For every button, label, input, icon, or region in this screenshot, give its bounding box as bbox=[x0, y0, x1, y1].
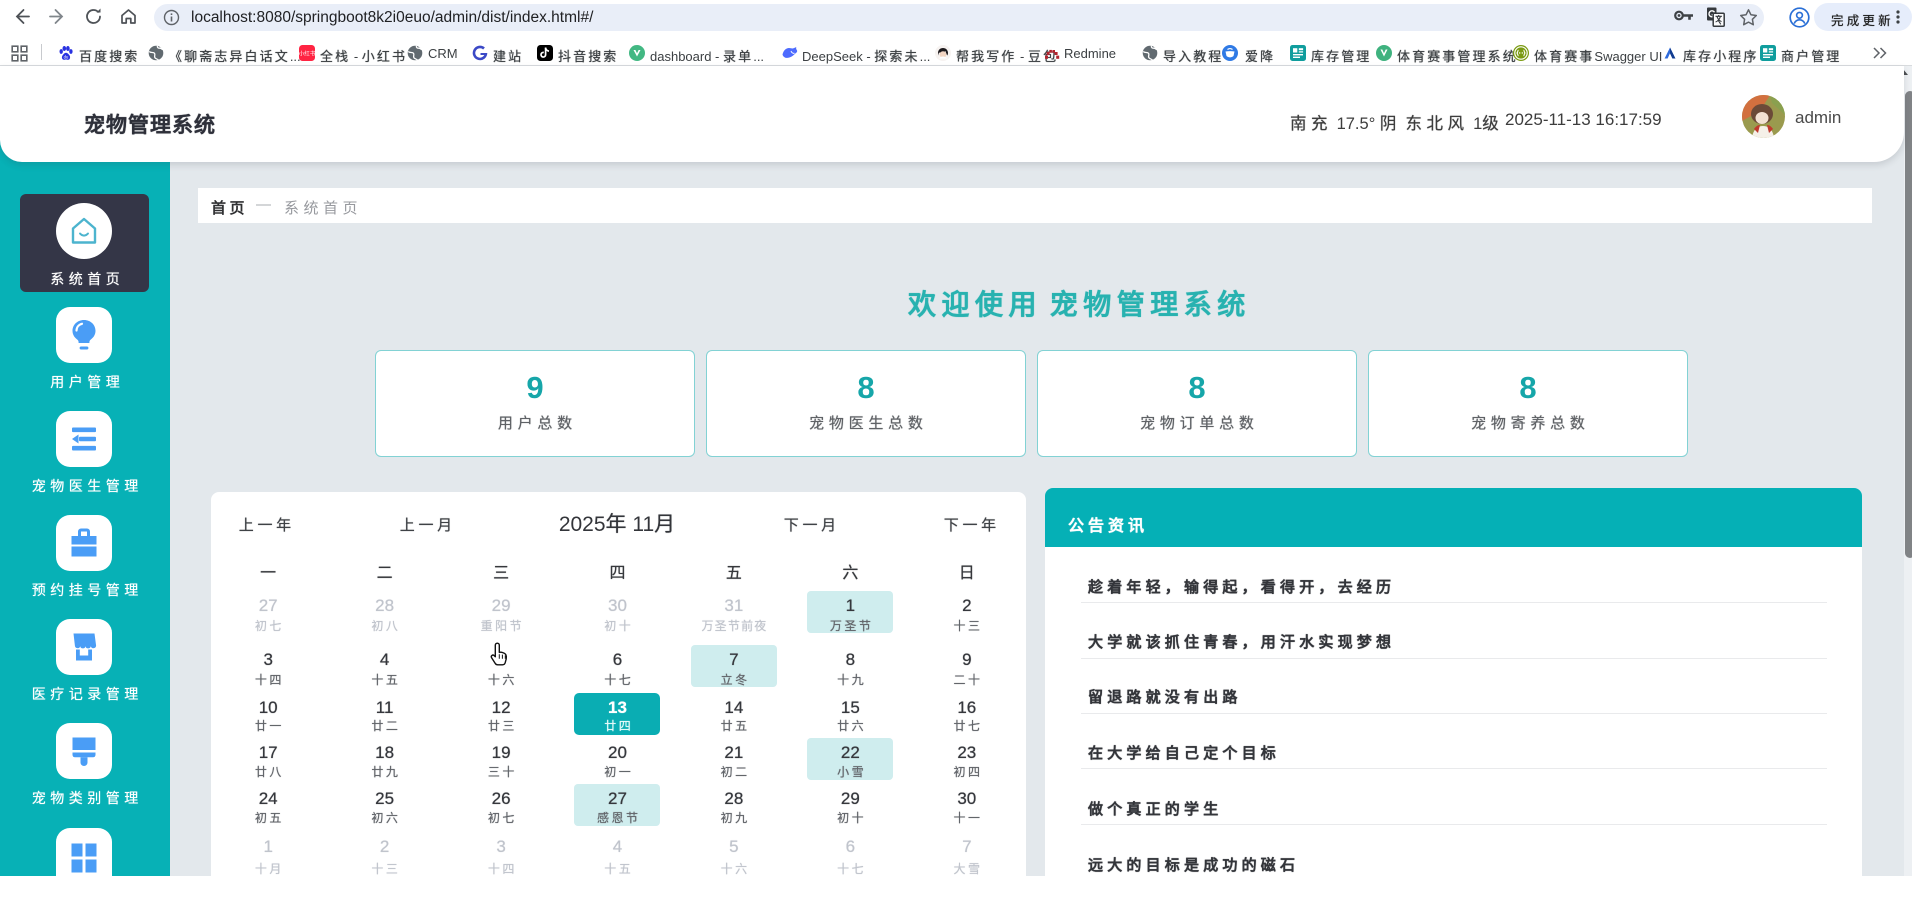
svg-text:小红书: 小红书 bbox=[299, 50, 315, 58]
svg-text:du: du bbox=[64, 54, 69, 59]
